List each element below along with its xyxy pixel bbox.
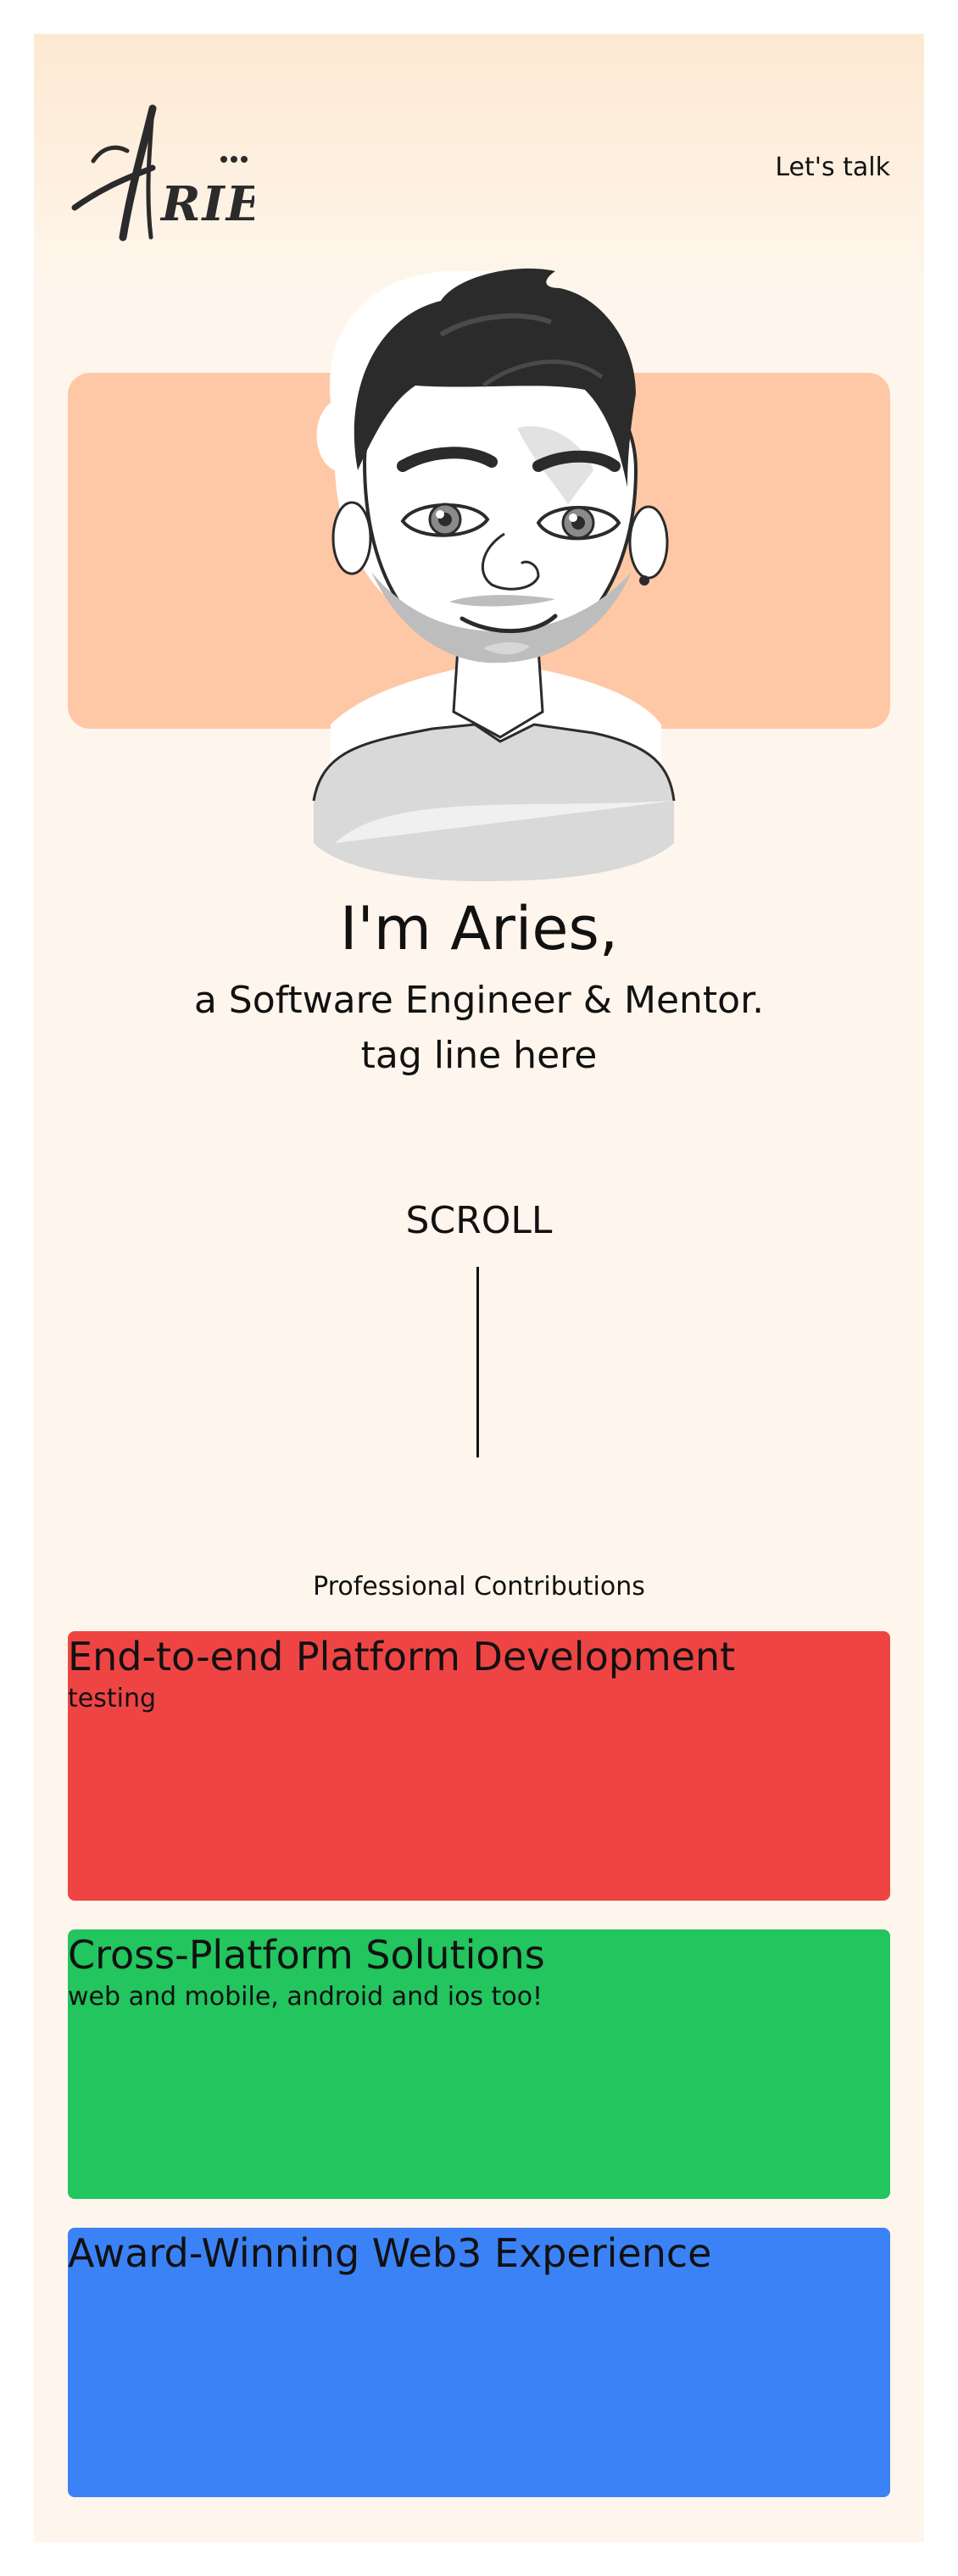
hero-subheadline: a Software Engineer & Mentor.	[193, 979, 765, 1022]
card-title: Award-Winning Web3 Experience	[68, 2230, 712, 2276]
card-description: web and mobile, android and ios too!	[68, 1982, 543, 2012]
hero-headline: I'm Aries,	[339, 894, 619, 963]
scroll-indicator-line	[476, 1267, 479, 1457]
contribution-card-cross-platform[interactable]: Cross-Platform Solutions web and mobile,…	[68, 1929, 890, 2199]
svg-text:RIES: RIES	[159, 176, 254, 232]
card-description: testing	[68, 1684, 157, 1713]
avatar-illustration	[312, 268, 676, 881]
contribution-card-platform[interactable]: End-to-end Platform Development testing	[68, 1631, 890, 1901]
contribution-card-web3[interactable]: Award-Winning Web3 Experience	[68, 2228, 890, 2497]
scroll-label: SCROLL	[405, 1199, 553, 1242]
card-title: End-to-end Platform Development	[68, 1634, 736, 1679]
hero-tagline: tag line here	[360, 1034, 598, 1077]
section-title: Professional Contributions	[313, 1572, 645, 1602]
aries-logo[interactable]: RIES	[68, 102, 254, 246]
card-title: Cross-Platform Solutions	[68, 1932, 545, 1978]
lets-talk-link[interactable]: Let's talk	[775, 153, 890, 182]
page: RIES Let's talk	[34, 34, 924, 2542]
